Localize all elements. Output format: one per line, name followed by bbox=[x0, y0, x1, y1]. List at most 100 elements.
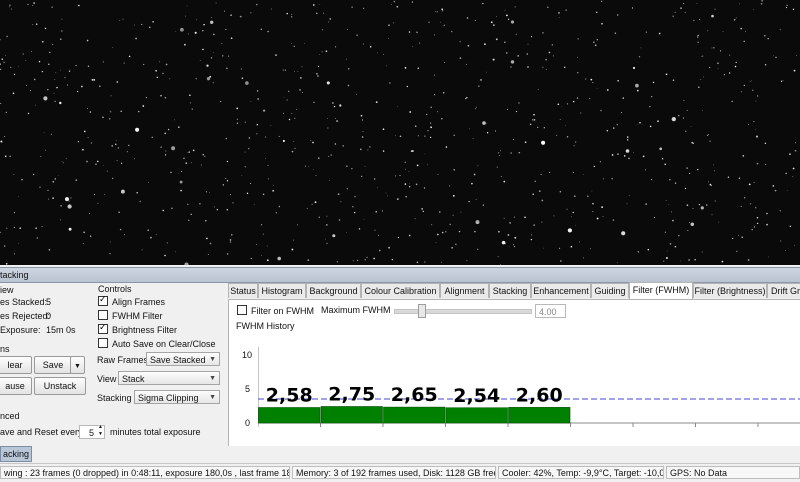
star bbox=[661, 158, 664, 160]
star bbox=[453, 169, 455, 171]
star bbox=[93, 79, 96, 81]
star bbox=[375, 210, 378, 213]
star bbox=[184, 262, 189, 265]
star bbox=[228, 55, 230, 57]
star bbox=[434, 34, 436, 36]
checkbox-icon[interactable] bbox=[98, 338, 108, 348]
raw-frames-select[interactable]: Save Stacked ▼ bbox=[146, 352, 220, 366]
max-fwhm-slider[interactable] bbox=[394, 309, 532, 314]
star bbox=[722, 31, 724, 33]
star bbox=[785, 7, 788, 9]
star bbox=[504, 41, 506, 43]
star bbox=[188, 151, 190, 153]
save-reset-stepper[interactable]: 5 ▲ ▼ bbox=[79, 424, 105, 439]
save-dropdown-button[interactable]: ▼ bbox=[70, 356, 85, 374]
star bbox=[1, 58, 4, 60]
brightness-filter-checkbox[interactable]: Brightness Filter bbox=[98, 322, 177, 335]
star bbox=[122, 18, 124, 20]
stepper-arrows-icon[interactable]: ▲ ▼ bbox=[98, 424, 103, 438]
star bbox=[0, 39, 1, 41]
star bbox=[67, 204, 72, 209]
checkbox-icon[interactable] bbox=[98, 310, 108, 320]
unstack-button[interactable]: Unstack bbox=[34, 377, 86, 395]
tab-drift-graph[interactable]: Drift Gr bbox=[767, 283, 800, 298]
tab-enhancement[interactable]: Enhancement bbox=[531, 283, 591, 298]
tab-alignment[interactable]: Alignment bbox=[440, 283, 489, 298]
star bbox=[68, 227, 72, 231]
tab-status[interactable]: Status bbox=[228, 283, 258, 298]
star bbox=[89, 235, 92, 237]
star bbox=[755, 129, 756, 131]
star bbox=[35, 227, 37, 229]
star bbox=[90, 142, 92, 144]
star bbox=[749, 203, 752, 205]
star bbox=[642, 155, 645, 158]
checkbox-checked-icon[interactable] bbox=[98, 294, 108, 306]
star bbox=[135, 127, 140, 132]
star bbox=[87, 137, 89, 139]
star bbox=[188, 219, 190, 221]
tab-filter-brightness[interactable]: Filter (Brightness) bbox=[693, 283, 767, 298]
star bbox=[468, 200, 470, 203]
align-frames-label: Align Frames bbox=[112, 297, 166, 307]
chevron-down-icon: ▼ bbox=[209, 356, 216, 363]
star bbox=[0, 63, 1, 65]
filter-on-fwhm-checkbox[interactable]: Filter on FWHM bbox=[237, 305, 314, 316]
star bbox=[359, 148, 362, 151]
save-button[interactable]: Save bbox=[34, 356, 72, 374]
fwhm-bar-label: 2,75 bbox=[328, 384, 375, 406]
star bbox=[292, 239, 294, 241]
star bbox=[585, 78, 587, 80]
star bbox=[220, 101, 222, 103]
star bbox=[552, 55, 554, 57]
align-frames-checkbox[interactable]: Align Frames bbox=[98, 294, 166, 307]
star bbox=[709, 140, 711, 142]
checkbox-icon[interactable] bbox=[237, 305, 247, 315]
star bbox=[347, 29, 348, 30]
star bbox=[237, 122, 239, 124]
pause-button[interactable]: ause bbox=[0, 377, 32, 395]
tab-histogram[interactable]: Histogram bbox=[258, 283, 306, 298]
star bbox=[515, 33, 517, 35]
save-reset-label: ave and Reset every bbox=[0, 427, 83, 437]
live-stack-image[interactable] bbox=[0, 0, 800, 265]
star bbox=[442, 91, 445, 94]
tab-colour-calibration[interactable]: Colour Calibration bbox=[361, 283, 440, 298]
max-fwhm-slider-thumb[interactable] bbox=[418, 304, 426, 318]
star bbox=[52, 197, 54, 199]
star bbox=[600, 109, 602, 112]
clear-button[interactable]: lear bbox=[0, 356, 32, 374]
star bbox=[701, 251, 703, 253]
bottom-tab-stacking[interactable]: acking bbox=[0, 446, 32, 462]
star bbox=[755, 100, 757, 102]
star bbox=[59, 69, 61, 71]
star bbox=[735, 17, 737, 19]
y-tick-label: 5 bbox=[245, 384, 251, 394]
star bbox=[766, 223, 768, 226]
fwhm-history-chart: 2,58 2,75 2,65 2,54 2,60 bbox=[258, 347, 800, 427]
star bbox=[52, 180, 55, 183]
stacking-select[interactable]: Sigma Clipping ▼ bbox=[134, 390, 220, 404]
auto-save-checkbox[interactable]: Auto Save on Clear/Close bbox=[98, 338, 216, 349]
max-fwhm-value[interactable]: 4.00 bbox=[535, 304, 566, 318]
tab-filter-fwhm[interactable]: Filter (FWHM) bbox=[629, 282, 693, 299]
star bbox=[382, 150, 385, 152]
star bbox=[112, 177, 114, 179]
star bbox=[256, 90, 259, 92]
star bbox=[674, 245, 677, 248]
tab-guiding[interactable]: Guiding bbox=[591, 283, 629, 298]
tab-background[interactable]: Background bbox=[306, 283, 361, 298]
star bbox=[270, 8, 272, 10]
star bbox=[226, 253, 229, 255]
star bbox=[43, 96, 48, 101]
star bbox=[119, 228, 122, 231]
star bbox=[244, 166, 246, 168]
actions-group-title: ns bbox=[0, 344, 10, 354]
star bbox=[326, 224, 328, 226]
checkbox-checked-icon[interactable] bbox=[98, 322, 108, 334]
fwhm-filter-checkbox[interactable]: FWHM Filter bbox=[98, 310, 163, 321]
star bbox=[693, 19, 695, 22]
view-select[interactable]: Stack ▼ bbox=[118, 371, 220, 385]
star bbox=[339, 104, 342, 107]
tab-stacking[interactable]: Stacking bbox=[489, 283, 531, 298]
